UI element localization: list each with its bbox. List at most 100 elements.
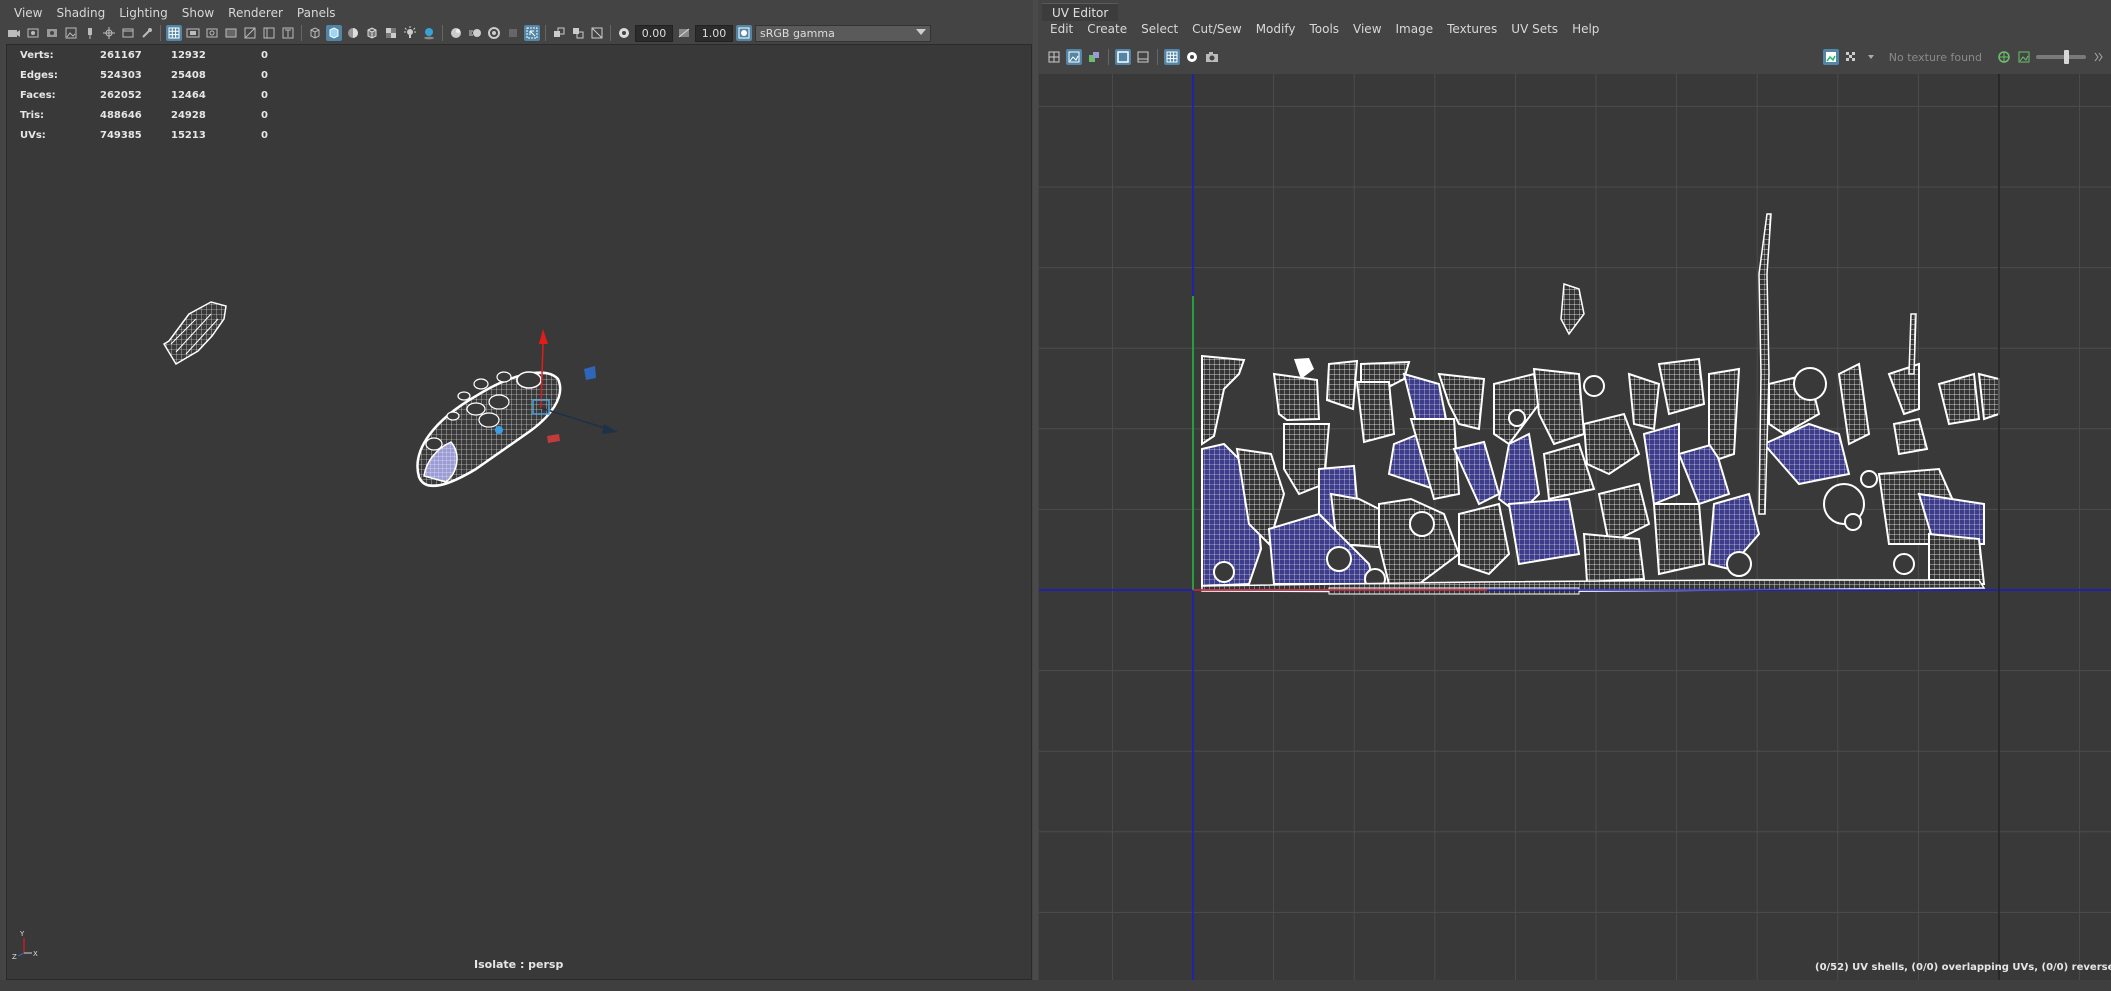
viewport-menubar: View Shading Lighting Show Renderer Pane…	[8, 4, 344, 22]
hud-label: Tris:	[20, 109, 45, 121]
small-mesh-object[interactable]	[162, 301, 227, 366]
isolate-select-icon[interactable]	[524, 25, 540, 41]
uv-menu-cut-sew[interactable]: Cut/Sew	[1186, 20, 1250, 38]
resolution-gate-icon[interactable]	[139, 25, 155, 41]
hud-value: 0	[261, 69, 268, 81]
image-plane-icon[interactable]	[63, 25, 79, 41]
hud-row: Tris: 488646 24928 0	[20, 105, 291, 125]
film-gate-icon[interactable]	[120, 25, 136, 41]
uv-checker-icon[interactable]	[1184, 49, 1200, 65]
color-space-dropdown[interactable]: sRGB gamma	[755, 24, 931, 42]
wireframe-on-shaded-icon[interactable]	[364, 25, 380, 41]
color-management-icon[interactable]	[736, 25, 752, 41]
hud-value: 488646	[100, 109, 142, 121]
uv-display-image-icon[interactable]	[1066, 49, 1082, 65]
smooth-shade-cube-icon[interactable]	[326, 25, 342, 41]
xray-joints-icon[interactable]	[551, 25, 567, 41]
uv-grid-icon[interactable]	[1164, 49, 1180, 65]
uv-distortion-icon[interactable]	[1135, 49, 1151, 65]
menu-view[interactable]: View	[8, 4, 50, 22]
uv-menu-create[interactable]: Create	[1081, 20, 1135, 38]
uv-texture-borders-icon[interactable]	[1115, 49, 1131, 65]
gamma-icon[interactable]	[676, 25, 692, 41]
uv-menu-edit[interactable]: Edit	[1044, 20, 1081, 38]
uv-more-icon[interactable]	[2090, 49, 2106, 65]
hud-row: UVs: 749385 15213 0	[20, 125, 291, 145]
menu-renderer[interactable]: Renderer	[222, 4, 291, 22]
axis-label-x: X	[33, 950, 38, 958]
toolbar-separator	[610, 25, 611, 41]
safe-action-icon[interactable]	[223, 25, 239, 41]
menu-shading[interactable]: Shading	[50, 4, 113, 22]
default-material-icon[interactable]	[345, 25, 361, 41]
uv-menu-select[interactable]: Select	[1135, 20, 1186, 38]
gamma-field[interactable]: 1.00	[695, 24, 733, 42]
camera-select-icon[interactable]	[6, 25, 22, 41]
uv-menu-help[interactable]: Help	[1566, 20, 1607, 38]
exposure-field[interactable]: 0.00	[635, 24, 673, 42]
toolbar-separator	[442, 25, 443, 41]
hud-value: 749385	[100, 129, 142, 141]
hud-row: Verts: 261167 12932 0	[20, 45, 291, 65]
manip-pivot-handle	[495, 426, 503, 434]
uv-grid-snap-icon[interactable]	[1046, 49, 1062, 65]
gate-ratio-icon[interactable]	[261, 25, 277, 41]
uv-menu-modify[interactable]: Modify	[1250, 20, 1304, 38]
hud-value: 24928	[171, 109, 206, 121]
uv-menu-view[interactable]: View	[1347, 20, 1389, 38]
hud-value: 0	[261, 129, 268, 141]
toolbar-separator	[1108, 49, 1109, 65]
uv-menu-textures[interactable]: Textures	[1441, 20, 1505, 38]
axis-label-z: Z	[12, 953, 17, 961]
backface-culling-icon[interactable]	[589, 25, 605, 41]
uv-shaded-icon[interactable]	[1086, 49, 1102, 65]
motion-blur-icon[interactable]	[467, 25, 483, 41]
depth-of-field-icon[interactable]	[505, 25, 521, 41]
shadows-icon[interactable]	[421, 25, 437, 41]
hud-value: 12932	[171, 49, 206, 61]
hud-value: 25408	[171, 69, 206, 81]
hud-label: Verts:	[20, 49, 54, 61]
hud-label: Edges:	[20, 69, 58, 81]
grid-icon[interactable]	[166, 25, 182, 41]
film-gate-mask-icon[interactable]	[185, 25, 201, 41]
screen-space-ao-icon[interactable]	[448, 25, 464, 41]
uv-editor-tab[interactable]: UV Editor	[1042, 3, 1119, 21]
uv-canvas[interactable]	[1039, 74, 2111, 980]
xray-icon[interactable]	[383, 25, 399, 41]
uv-snapshot-icon[interactable]	[1204, 49, 1220, 65]
hud-label: Faces:	[20, 89, 56, 101]
uv-image-range-icon[interactable]	[2016, 49, 2032, 65]
hud-value: 0	[261, 89, 268, 101]
uv-image-display-icon[interactable]	[1822, 49, 1839, 65]
xray-active-icon[interactable]	[570, 25, 586, 41]
menu-show[interactable]: Show	[176, 4, 222, 22]
menu-panels[interactable]: Panels	[291, 4, 344, 22]
chevron-down-icon	[916, 28, 926, 35]
uv-tiling-icon[interactable]	[1996, 49, 2012, 65]
uv-menu-uv-sets[interactable]: UV Sets	[1505, 20, 1566, 38]
manip-y-arrow	[539, 329, 548, 344]
menu-lighting[interactable]: Lighting	[113, 4, 176, 22]
slider-handle[interactable]	[2064, 50, 2069, 64]
safe-title-icon[interactable]	[242, 25, 258, 41]
bookmark-icon[interactable]	[44, 25, 60, 41]
uv-checker-pattern-icon[interactable]	[1843, 49, 1859, 65]
chevron-down-icon[interactable]	[1863, 49, 1879, 65]
light-icon[interactable]	[402, 25, 418, 41]
text-overlay-icon[interactable]	[280, 25, 296, 41]
grid-pivot-icon[interactable]	[101, 25, 117, 41]
toolbar-separator	[160, 25, 161, 41]
uv-menu-image[interactable]: Image	[1390, 20, 1442, 38]
pin-icon[interactable]	[82, 25, 98, 41]
wireframe-cube-icon[interactable]	[307, 25, 323, 41]
main-mesh-object[interactable]	[416, 371, 562, 488]
field-chart-icon[interactable]	[204, 25, 220, 41]
exposure-icon[interactable]	[616, 25, 632, 41]
image-dim-slider[interactable]	[2036, 50, 2086, 64]
uv-menu-tools[interactable]: Tools	[1303, 20, 1347, 38]
viewport-scene: Y Z X	[12, 301, 618, 961]
anti-alias-icon[interactable]	[486, 25, 502, 41]
camera-attributes-icon[interactable]	[25, 25, 41, 41]
uv-status-line: (0/52) UV shells, (0/0) overlapping UVs,…	[1815, 962, 2111, 973]
